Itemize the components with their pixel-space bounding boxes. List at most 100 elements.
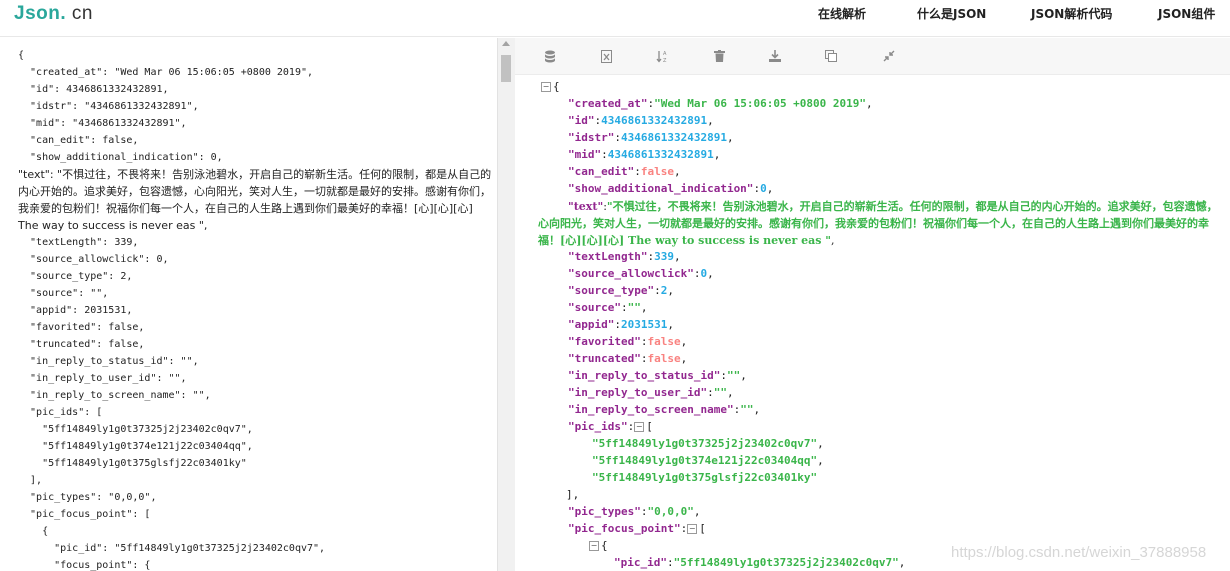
- json-value: "": [726, 369, 741, 382]
- json-key: "show_additional_indication": [568, 182, 754, 195]
- code-line: "5ff14849ly1g0t375glsfj22c03401ky": [18, 458, 247, 469]
- json-key: "textLength": [568, 250, 648, 263]
- nav-json-parse-code[interactable]: JSON解析代码: [1031, 5, 1112, 22]
- json-value: "0,0,0": [647, 505, 694, 518]
- collapse-toggle-icon[interactable]: −: [687, 524, 698, 534]
- code-line: "id": 4346861332432891,: [18, 84, 169, 95]
- code-line: "pic_ids": [: [18, 407, 103, 418]
- scroll-up-arrow-icon[interactable]: [502, 41, 510, 46]
- code-line: "textLength": 339,: [18, 237, 139, 248]
- json-key: "in_reply_to_status_id": [568, 369, 721, 382]
- compress-icon[interactable]: [881, 48, 897, 64]
- json-key: "in_reply_to_screen_name": [568, 403, 734, 416]
- object-open: −{: [589, 539, 608, 552]
- array-close: ],: [566, 488, 580, 501]
- json-value: "Wed Mar 06 15:06:05 +0800 2019": [654, 97, 867, 110]
- tree-row-text: "text":"不惧过往，不畏将来！告别泳池碧水，开启自己的崭新生活。任何的限制…: [538, 200, 1218, 247]
- tree-row: "pic_types":"0,0,0",: [568, 505, 701, 518]
- json-key: "pic_ids": [568, 420, 628, 433]
- code-line: "favorited": false,: [18, 322, 145, 333]
- nav-json-components[interactable]: JSON组件: [1158, 5, 1215, 22]
- scrollbar-thumb[interactable]: [501, 55, 511, 82]
- open-brace: {: [553, 80, 560, 93]
- logo-json-text: Json: [14, 3, 61, 24]
- tree-row: "show_additional_indication":0,: [568, 182, 774, 195]
- json-key: "mid": [568, 148, 602, 161]
- json-key: "can_edit": [568, 165, 635, 178]
- tree-row: "pic_ids": −[: [568, 420, 653, 433]
- json-value: "5ff14849ly1g0t37325j2j23402c0qv7": [592, 437, 818, 450]
- code-line: "source_type": 2,: [18, 271, 133, 282]
- tree-row: "idstr":4346861332432891,: [568, 131, 734, 144]
- site-logo[interactable]: Json. cn: [14, 3, 93, 25]
- tree-row: "pic_focus_point": −[: [568, 522, 706, 535]
- json-key: "in_reply_to_user_id": [568, 386, 708, 399]
- json-value: 4346861332432891: [620, 131, 727, 144]
- array-item: "5ff14849ly1g0t37325j2j23402c0qv7",: [592, 437, 824, 450]
- json-input-editor[interactable]: { "created_at": "Wed Mar 06 15:06:05 +08…: [0, 38, 497, 571]
- code-line: "source": "",: [18, 288, 109, 299]
- collapse-toggle-icon[interactable]: −: [541, 82, 551, 92]
- array-item: "5ff14849ly1g0t375glsfj22c03401ky": [592, 471, 817, 484]
- sort-icon[interactable]: AZ: [654, 48, 670, 64]
- watermark-text: https://blog.csdn.net/weixin_37888958: [951, 544, 1207, 561]
- json-key: "idstr": [568, 131, 615, 144]
- json-key: "source": [568, 301, 621, 314]
- collapse-toggle-icon[interactable]: −: [634, 422, 645, 432]
- tree-row: "in_reply_to_user_id":"",: [568, 386, 734, 399]
- tree-row: "source_type":2,: [568, 284, 674, 297]
- code-line: {: [18, 526, 49, 537]
- json-value: "": [713, 386, 727, 399]
- code-line: "created_at": "Wed Mar 06 15:06:05 +0800…: [18, 67, 314, 78]
- code-line: "mid": "4346861332432891",: [18, 118, 187, 129]
- json-key: "favorited": [568, 335, 641, 348]
- editor-scrollbar[interactable]: [497, 38, 515, 571]
- code-line: "source_allowclick": 0,: [18, 254, 169, 265]
- svg-text:A: A: [663, 51, 667, 57]
- tree-row: "pic_id":"5ff14849ly1g0t37325j2j23402c0q…: [614, 556, 906, 569]
- json-key: "pic_types": [568, 505, 641, 518]
- top-header: Json. cn 在线解析 什么是JSON JSON解析代码 JSON组件: [0, 0, 1230, 37]
- code-line: "appid": 2031531,: [18, 305, 133, 316]
- formatter-toolbar: AZ: [515, 38, 1230, 75]
- json-value: 2031531: [620, 318, 668, 331]
- tree-row: "textLength":339,: [568, 250, 681, 263]
- tree-row: "can_edit":false,: [568, 165, 681, 178]
- json-value: false: [647, 335, 681, 348]
- code-line: "5ff14849ly1g0t37325j2j23402c0qv7",: [18, 424, 253, 435]
- tree-row: "id":4346861332432891,: [568, 114, 714, 127]
- svg-text:Z: Z: [663, 58, 667, 63]
- code-line: "5ff14849ly1g0t374e121j22c03404qq",: [18, 441, 253, 452]
- logo-cn-text: cn: [71, 3, 93, 24]
- tree-row: "source":"",: [568, 301, 648, 314]
- download-icon[interactable]: [767, 48, 783, 64]
- tree-row: "in_reply_to_status_id":"",: [568, 369, 747, 382]
- tree-row: "truncated":false,: [568, 352, 688, 365]
- code-line: {: [18, 50, 25, 61]
- tree-row: "source_allowclick":0,: [568, 267, 714, 280]
- nav-what-is-json[interactable]: 什么是JSON: [917, 5, 986, 22]
- excel-export-icon[interactable]: [598, 48, 614, 64]
- json-value: "": [740, 403, 754, 416]
- code-line: "in_reply_to_user_id": "",: [18, 373, 187, 384]
- database-icon[interactable]: [542, 48, 558, 64]
- code-line: "pic_id": "5ff14849ly1g0t37325j2j23402c0…: [18, 543, 326, 554]
- collapse-toggle-icon[interactable]: −: [589, 541, 599, 551]
- json-key: "id": [568, 114, 595, 127]
- json-key: "source_allowclick": [568, 267, 694, 280]
- json-value: "5ff14849ly1g0t375glsfj22c03401ky": [592, 471, 818, 484]
- nav-online-parse[interactable]: 在线解析: [818, 5, 866, 22]
- code-line: "can_edit": false,: [18, 135, 139, 146]
- copy-icon[interactable]: [823, 48, 839, 64]
- code-line: "idstr": "4346861332432891",: [18, 101, 199, 112]
- code-text-field: "text": "不惧过往，不畏将来！告别泳池碧水，开启自己的崭新生活。任何的限…: [18, 168, 492, 232]
- code-line: ],: [18, 475, 43, 486]
- json-key: "source_type": [568, 284, 655, 297]
- json-key: "truncated": [568, 352, 641, 365]
- code-line: "in_reply_to_status_id": "",: [18, 356, 199, 367]
- json-key: "appid": [568, 318, 615, 331]
- delete-icon[interactable]: [711, 48, 727, 64]
- array-item: "5ff14849ly1g0t374e121j22c03404qq",: [592, 454, 824, 467]
- tree-root-line: −{: [541, 80, 560, 93]
- code-line: "truncated": false,: [18, 339, 145, 350]
